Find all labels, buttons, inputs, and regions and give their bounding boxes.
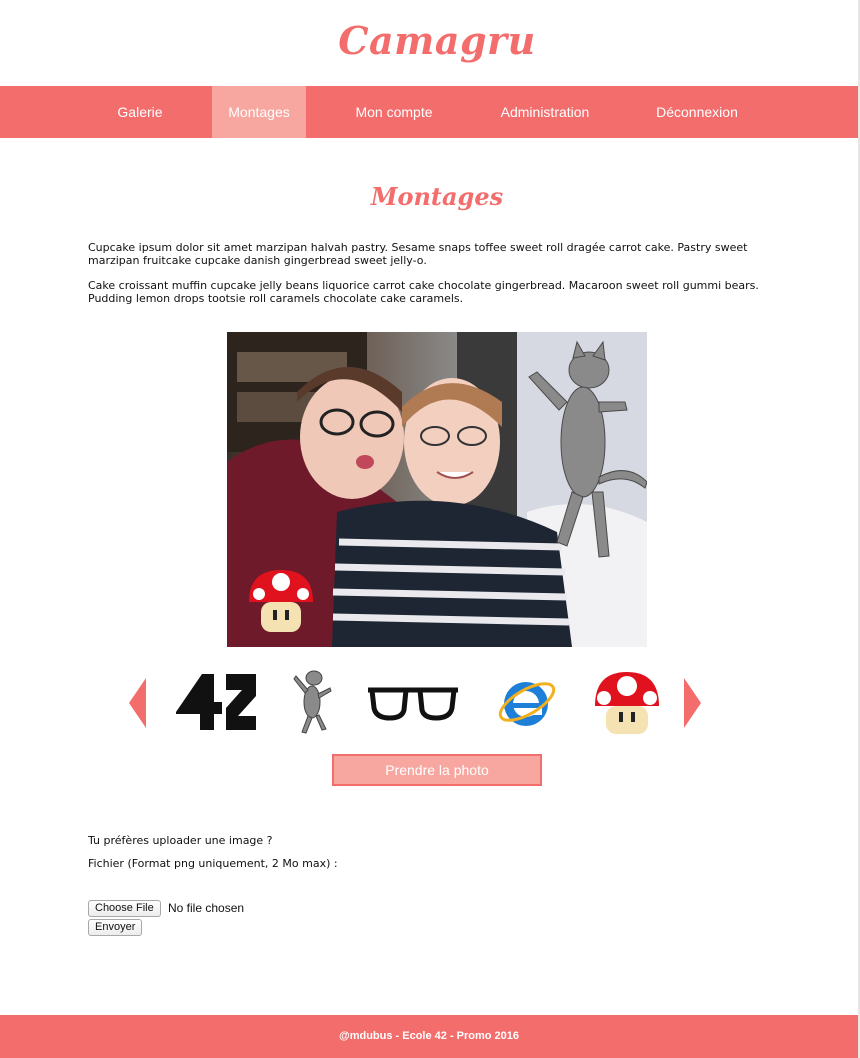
footer: @mdubus - Ecole 42 - Promo 2016 [0,1015,858,1058]
page-heading: Montages [370,182,504,211]
webcam-preview [227,332,647,647]
filter-cat-icon[interactable] [288,666,338,738]
choose-file-button[interactable]: Choose File [88,900,161,917]
file-status: No file chosen [168,901,245,915]
upload-prompt: Tu préfères uploader une image ? [88,834,273,847]
intro-paragraph-1: Cupcake ipsum dolor sit amet marzipan ha… [88,241,748,267]
nav-galerie[interactable]: Galerie [100,86,180,138]
intro-paragraph-2: Cake croissant muffin cupcake jelly bean… [88,279,759,305]
filter-glasses-icon[interactable] [366,666,460,738]
take-photo-button[interactable]: Prendre la photo [332,754,542,786]
submit-button[interactable]: Envoyer [88,919,143,936]
nav-administration[interactable]: Administration [482,86,608,138]
nav-deconnexion[interactable]: Déconnexion [640,86,754,138]
carousel-prev-arrow[interactable] [129,678,146,728]
filter-internet-explorer-icon[interactable] [494,666,560,738]
navbar: Galerie Montages Mon compte Administrati… [0,86,858,138]
nav-montages[interactable]: Montages [212,86,306,138]
filter-42-logo-icon[interactable] [172,666,258,738]
file-format-label: Fichier (Format png uniquement, 2 Mo max… [88,857,338,870]
nav-mon-compte[interactable]: Mon compte [338,86,450,138]
filter-mushroom-icon[interactable] [592,666,662,738]
carousel-next-arrow[interactable] [684,678,701,728]
site-title: Camagru [338,18,536,63]
